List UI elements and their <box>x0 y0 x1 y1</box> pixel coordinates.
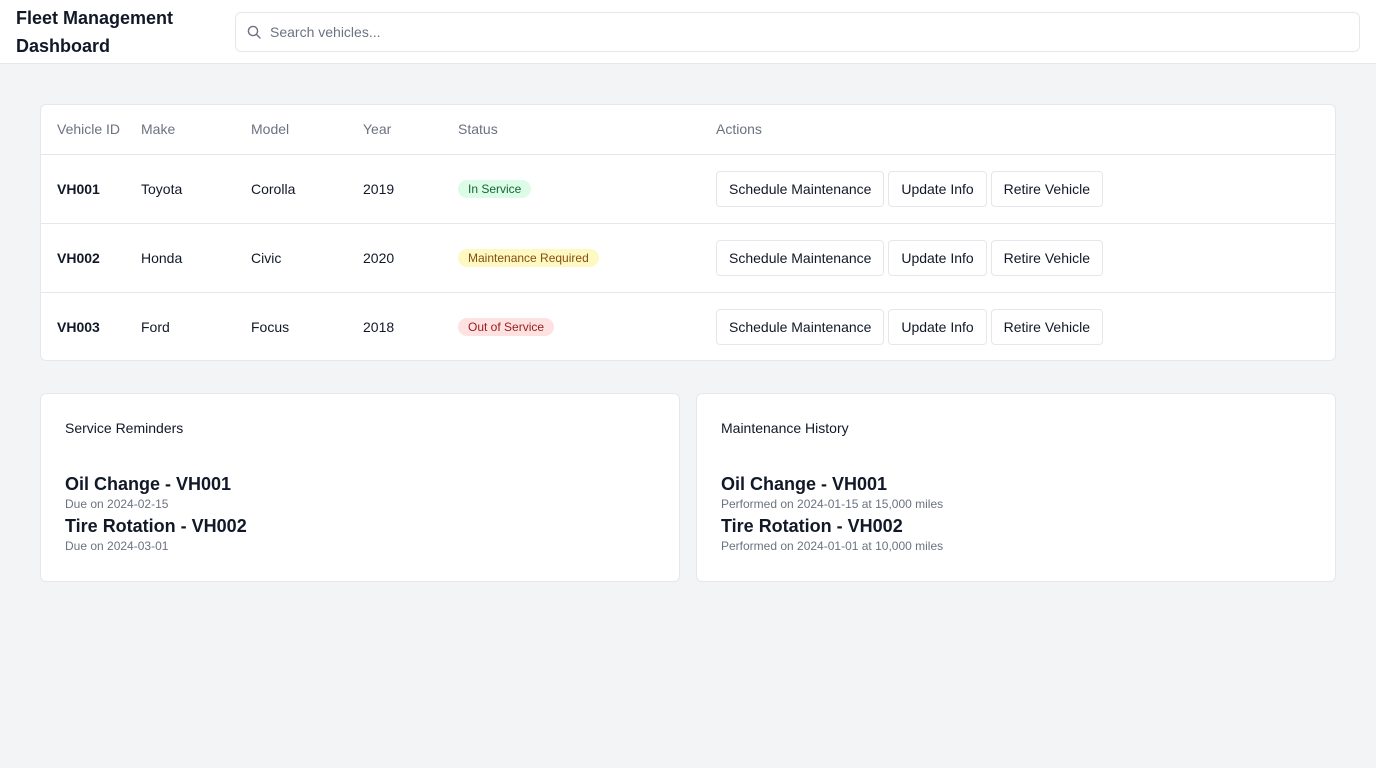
model-cell: Civic <box>251 249 282 266</box>
service-reminders-list: Oil Change - VH001 Due on 2024-02-15 Tir… <box>65 473 655 557</box>
schedule-maintenance-button[interactable]: Schedule Maintenance <box>716 239 885 276</box>
status-cell: Maintenance Required <box>458 223 716 292</box>
vehicle-id-cell: VH003 <box>57 318 100 335</box>
reminder-title: Oil Change - VH001 <box>65 474 232 494</box>
column-header-status: Status <box>458 105 716 155</box>
schedule-maintenance-button[interactable]: Schedule Maintenance <box>716 170 885 207</box>
maintenance-history-title: Maintenance History <box>721 420 849 436</box>
history-detail: Performed on 2024-01-15 at 15,000 miles <box>721 497 944 511</box>
search-input[interactable] <box>270 14 1359 50</box>
list-item: Tire Rotation - VH002 Performed on 2024-… <box>721 515 1311 557</box>
status-badge: Out of Service <box>458 317 555 336</box>
reminder-title: Tire Rotation - VH002 <box>65 516 247 536</box>
column-header-vehicle-id: Vehicle ID <box>41 105 141 155</box>
search-icon <box>247 25 261 39</box>
year-cell: 2019 <box>363 180 395 197</box>
model-cell: Focus <box>251 318 290 335</box>
make-cell: Honda <box>141 249 183 266</box>
history-title: Tire Rotation - VH002 <box>721 516 903 536</box>
reminder-due-date: Due on 2024-03-01 <box>65 539 169 553</box>
column-header-actions: Actions <box>716 105 1335 155</box>
model-cell: Corolla <box>251 180 296 197</box>
list-item: Oil Change - VH001 Performed on 2024-01-… <box>721 473 1311 515</box>
vehicle-id-cell: VH002 <box>57 249 100 266</box>
make-cell: Ford <box>141 318 170 335</box>
schedule-maintenance-button[interactable]: Schedule Maintenance <box>716 308 885 345</box>
table-row: VH002 Honda Civic 2020 Maintenance Requi… <box>41 223 1335 292</box>
vehicle-table-card: Vehicle ID Make Model Year Status Action… <box>40 104 1336 361</box>
history-detail: Performed on 2024-01-01 at 10,000 miles <box>721 539 944 553</box>
vehicle-table: Vehicle ID Make Model Year Status Action… <box>41 105 1335 360</box>
table-row: VH003 Ford Focus 2018 Out of Service Sch… <box>41 292 1335 360</box>
search-box[interactable] <box>235 12 1360 52</box>
reminder-due-date: Due on 2024-02-15 <box>65 497 169 511</box>
status-badge: Maintenance Required <box>458 248 599 267</box>
column-header-year: Year <box>363 105 458 155</box>
retire-vehicle-button[interactable]: Retire Vehicle <box>990 308 1103 345</box>
list-item: Tire Rotation - VH002 Due on 2024-03-01 <box>65 515 655 557</box>
year-cell: 2018 <box>363 318 395 335</box>
actions-cell: Schedule Maintenance Update Info Retire … <box>716 154 1335 223</box>
column-header-make: Make <box>141 105 251 155</box>
retire-vehicle-button[interactable]: Retire Vehicle <box>990 239 1103 276</box>
service-reminders-title: Service Reminders <box>65 420 184 436</box>
update-info-button[interactable]: Update Info <box>888 170 987 207</box>
maintenance-history-list: Oil Change - VH001 Performed on 2024-01-… <box>721 473 1311 557</box>
app-title: Fleet Management Dashboard <box>16 8 174 56</box>
list-item: Oil Change - VH001 Due on 2024-02-15 <box>65 473 655 515</box>
history-title: Oil Change - VH001 <box>721 474 888 494</box>
retire-vehicle-button[interactable]: Retire Vehicle <box>990 170 1103 207</box>
vehicle-id-cell: VH001 <box>57 180 100 197</box>
update-info-button[interactable]: Update Info <box>888 308 987 345</box>
service-reminders-card: Service Reminders Oil Change - VH001 Due… <box>40 393 680 582</box>
make-cell: Toyota <box>141 180 183 197</box>
top-bar: Fleet Management Dashboard <box>0 0 1376 64</box>
year-cell: 2020 <box>363 249 395 266</box>
actions-cell: Schedule Maintenance Update Info Retire … <box>716 223 1335 292</box>
table-header-row: Vehicle ID Make Model Year Status Action… <box>41 105 1335 155</box>
update-info-button[interactable]: Update Info <box>888 239 987 276</box>
maintenance-history-card: Maintenance History Oil Change - VH001 P… <box>696 393 1336 582</box>
actions-cell: Schedule Maintenance Update Info Retire … <box>716 292 1335 360</box>
table-row: VH001 Toyota Corolla 2019 In Service Sch… <box>41 154 1335 223</box>
status-badge: In Service <box>458 179 532 198</box>
status-cell: In Service <box>458 154 716 223</box>
status-cell: Out of Service <box>458 292 716 360</box>
column-header-model: Model <box>251 105 363 155</box>
